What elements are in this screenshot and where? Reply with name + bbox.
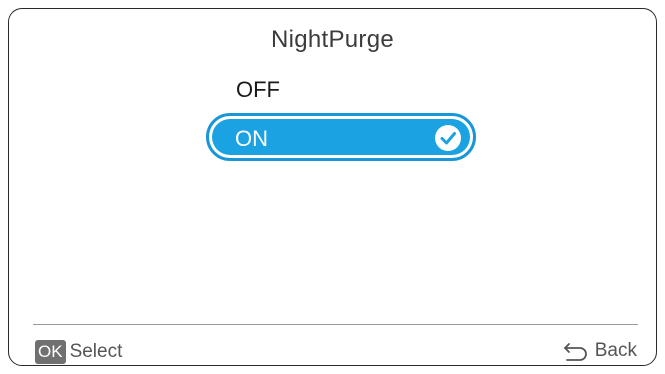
- option-on-label: ON: [235, 126, 268, 151]
- footer-select-hint[interactable]: OK Select: [35, 340, 122, 364]
- footer-back-hint[interactable]: Back: [563, 340, 637, 362]
- option-on-selected[interactable]: ON: [206, 113, 476, 161]
- back-arrow-icon: [563, 343, 587, 361]
- option-on-highlight: ON: [212, 119, 470, 155]
- footer-divider: [33, 324, 638, 325]
- check-circle-icon: [435, 125, 461, 151]
- option-off[interactable]: OFF: [236, 77, 280, 103]
- settings-screen: NightPurge OFF ON OK Select Back: [8, 8, 657, 366]
- ok-key-badge: OK: [35, 340, 66, 364]
- select-label: Select: [69, 341, 123, 362]
- back-label: Back: [594, 340, 637, 361]
- page-title: NightPurge: [270, 26, 395, 53]
